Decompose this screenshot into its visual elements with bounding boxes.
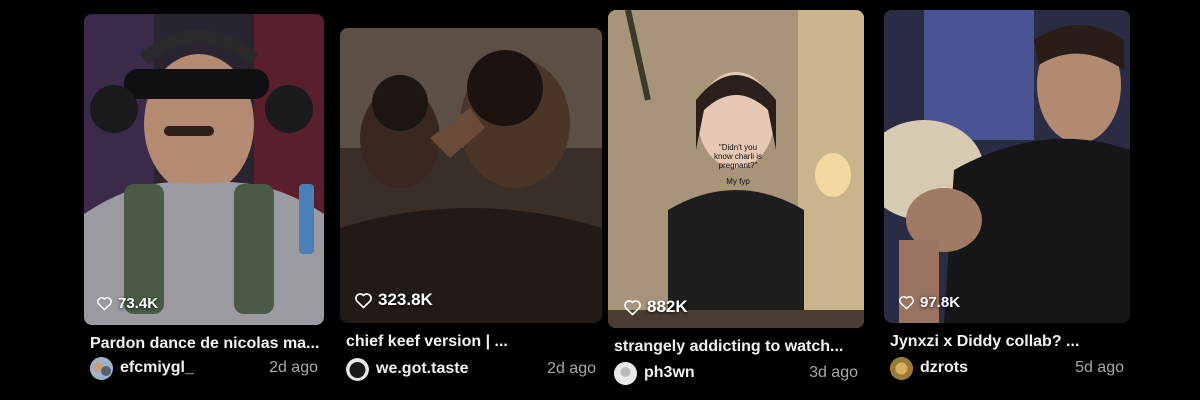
video-overlay-caption: "Didn't you know charli is pregnant?" My… (713, 143, 762, 187)
video-title[interactable]: Jynxzi x Diddy collab? ... (890, 333, 1126, 351)
post-age: 2d ago (547, 360, 596, 377)
heart-outline-icon (623, 299, 642, 316)
video-thumbnail[interactable]: 73.4K (84, 14, 324, 325)
post-age: 3d ago (809, 364, 858, 381)
video-meta: dzrots 5d ago (890, 356, 1124, 382)
video-card[interactable]: 323.8K chief keef version | ... we.got.t… (340, 0, 602, 400)
video-card[interactable]: "Didn't you know charli is pregnant?" My… (608, 0, 864, 400)
video-title[interactable]: Pardon dance de nicolas ma... (90, 335, 320, 353)
heart-outline-icon (898, 295, 915, 310)
video-meta: efcmiygl_ 2d ago (90, 356, 318, 382)
post-age: 2d ago (269, 359, 318, 376)
thumbnail-image (340, 28, 602, 323)
like-count: 323.8K (354, 290, 433, 310)
username[interactable]: efcmiygl_ (120, 359, 194, 377)
like-count: 882K (623, 297, 688, 317)
video-thumbnail[interactable]: 97.8K (884, 10, 1130, 323)
username[interactable]: ph3wn (644, 364, 695, 382)
thumbnail-image (84, 14, 324, 325)
video-title[interactable]: chief keef version | ... (346, 333, 596, 351)
video-meta: we.got.taste 2d ago (346, 357, 596, 383)
heart-outline-icon (354, 292, 373, 309)
heart-outline-icon (96, 296, 113, 311)
video-title[interactable]: strangely addicting to watch... (614, 338, 860, 356)
video-meta: ph3wn 3d ago (614, 361, 858, 387)
avatar[interactable] (614, 362, 637, 385)
avatar[interactable] (346, 358, 369, 381)
like-count: 73.4K (96, 295, 158, 312)
like-count: 97.8K (898, 294, 960, 311)
thumbnail-image (884, 10, 1130, 323)
video-card[interactable]: 73.4K Pardon dance de nicolas ma... efcm… (84, 0, 324, 400)
avatar[interactable] (90, 357, 113, 380)
video-card[interactable]: 97.8K Jynxzi x Diddy collab? ... dzrots … (884, 0, 1130, 400)
username[interactable]: dzrots (920, 359, 968, 377)
avatar[interactable] (890, 357, 913, 380)
video-thumbnail[interactable]: 323.8K (340, 28, 602, 323)
username[interactable]: we.got.taste (376, 360, 468, 378)
video-thumbnail[interactable]: "Didn't you know charli is pregnant?" My… (608, 10, 864, 328)
post-age: 5d ago (1075, 359, 1124, 376)
